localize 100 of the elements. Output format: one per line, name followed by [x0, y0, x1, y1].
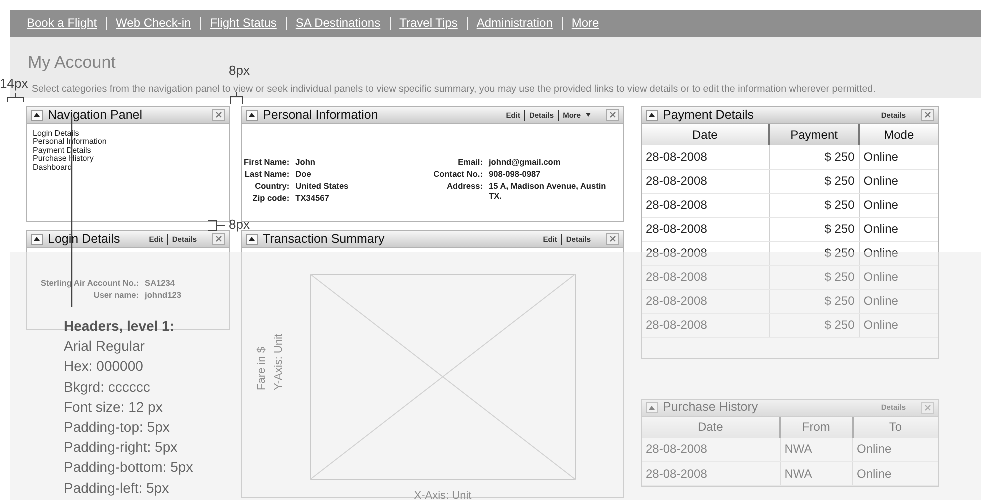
- panel-title: Navigation Panel: [48, 106, 143, 124]
- caret-up-icon: [649, 406, 655, 410]
- field-label: Zip code:: [252, 193, 290, 203]
- callout-text: Arial Regular: [64, 337, 146, 356]
- callout-text: Padding-left: 5px: [64, 478, 170, 498]
- collapse-button[interactable]: [31, 110, 43, 120]
- close-button[interactable]: [212, 109, 225, 121]
- callout-text: Font size: 12 px: [64, 398, 164, 417]
- table-cell: Online: [859, 193, 938, 217]
- close-icon: [610, 112, 616, 118]
- table-cell: 28-08-2008: [642, 241, 770, 265]
- callout-title: Headers, level 1:: [64, 317, 176, 336]
- axis-label: Y-Axis: Unit: [273, 334, 286, 390]
- table-cell: 28-08-2008: [642, 438, 780, 462]
- table-cell: $ 250: [769, 313, 860, 337]
- field-label: Email:: [457, 157, 483, 167]
- field-value: 908-098-0987: [489, 169, 542, 179]
- callout-text: Padding-bottom: 5px: [64, 458, 194, 478]
- panel-title: Purchase History: [663, 399, 758, 416]
- dimension-label: 14px: [0, 77, 28, 91]
- table-cell: Online: [859, 265, 938, 289]
- table-cell: 28-08-2008: [642, 217, 770, 241]
- caret-down-icon: [586, 113, 591, 117]
- field-value: John: [296, 157, 316, 167]
- field-label: Last Name:: [244, 169, 290, 179]
- table-cell: $ 250: [769, 241, 860, 265]
- table-cell: Online: [859, 313, 938, 337]
- callout-text: Bkgrd: cccccc: [64, 378, 152, 397]
- field-value: TX34567: [296, 193, 330, 203]
- table-cell: NWA: [780, 438, 853, 462]
- table-cell: Online: [859, 289, 938, 313]
- field-value: SA1234: [145, 278, 176, 288]
- panel-title: Personal Information: [263, 106, 378, 124]
- field-label: User name:: [92, 290, 140, 300]
- field-value: johnd123: [145, 290, 182, 300]
- close-button[interactable]: [921, 109, 934, 121]
- page-title: My Account: [28, 54, 116, 72]
- table-cell: $ 250: [769, 145, 860, 169]
- caret-up-icon: [249, 113, 255, 117]
- field-label: Country:: [254, 181, 290, 191]
- callout-text: Padding-top: 5px: [64, 418, 171, 438]
- dimension-label: 8px: [229, 218, 250, 232]
- close-icon: [216, 112, 222, 118]
- field-value: United States: [296, 181, 349, 191]
- table-cell: Online: [852, 462, 938, 486]
- table-cell: 28-08-2008: [642, 289, 770, 313]
- table-cell: $ 250: [769, 289, 860, 313]
- collapse-button[interactable]: [246, 110, 258, 120]
- table-cell: 28-08-2008: [642, 193, 770, 217]
- dimension-bracket: [208, 220, 225, 231]
- caret-up-icon: [649, 113, 655, 117]
- table-cell: 28-08-2008: [642, 265, 770, 289]
- callout-text: Hex: 000000: [64, 357, 144, 376]
- field-label: Contact No.:: [434, 169, 483, 179]
- table-cell: NWA: [780, 462, 853, 486]
- caret-up-icon: [34, 237, 40, 241]
- collapse-button[interactable]: [646, 110, 658, 120]
- close-icon: [610, 236, 616, 242]
- page-description: Select categories from the navigation panel to view or seek individual panels to view specific summary, you may use the provided links to view details or to edit the information wherever permitted.: [32, 85, 876, 95]
- table-cell: $ 250: [769, 193, 860, 217]
- table-cell: 28-08-2008: [642, 145, 770, 169]
- panel-title: Transaction Summary: [263, 230, 385, 248]
- collapse-button[interactable]: [31, 234, 43, 244]
- table-cell: $ 250: [769, 217, 860, 241]
- panel-title: Payment Details: [663, 106, 754, 124]
- field-value: Doe: [296, 169, 312, 179]
- table-cell: 28-08-2008: [642, 313, 770, 337]
- field-value: 15 A, Madison Avenue, Austin TX.: [489, 181, 608, 201]
- caret-up-icon: [34, 113, 40, 117]
- field-label: Sterling Air Account No.:: [41, 278, 140, 288]
- table-cell: Online: [859, 217, 938, 241]
- column-header: To: [852, 416, 938, 438]
- close-button[interactable]: [212, 233, 225, 245]
- table-cell: $ 250: [769, 265, 860, 289]
- close-icon: [924, 404, 930, 410]
- column-header: Date: [642, 124, 770, 145]
- close-button[interactable]: [606, 109, 619, 121]
- dimension-label: 8px: [229, 64, 250, 78]
- column-header: Payment: [769, 124, 860, 145]
- table-cell: 28-08-2008: [642, 169, 770, 193]
- field-value: johnd@gmail.com: [489, 157, 562, 167]
- collapse-button[interactable]: [246, 234, 258, 244]
- close-button[interactable]: [606, 233, 619, 245]
- field-label: First Name:: [244, 157, 290, 167]
- column-header: Mode: [859, 124, 938, 145]
- table-cell: Online: [859, 145, 938, 169]
- axis-label: Fare in $: [256, 346, 269, 390]
- close-icon: [216, 236, 222, 242]
- caret-up-icon: [249, 237, 255, 241]
- dimension-bracket: [230, 92, 243, 104]
- nav-panel-link[interactable]: Dashboard: [33, 164, 229, 172]
- close-icon: [924, 112, 930, 118]
- callout-text: Padding-right: 5px: [64, 438, 179, 458]
- table-cell: Online: [859, 169, 938, 193]
- axis-label: X-Axis: Unit: [414, 489, 472, 500]
- table-cell: 28-08-2008: [642, 462, 780, 486]
- column-header: Date: [642, 416, 780, 438]
- table-cell: Online: [852, 438, 938, 462]
- dimension-bracket: [7, 93, 24, 102]
- table-cell: $ 250: [769, 169, 860, 193]
